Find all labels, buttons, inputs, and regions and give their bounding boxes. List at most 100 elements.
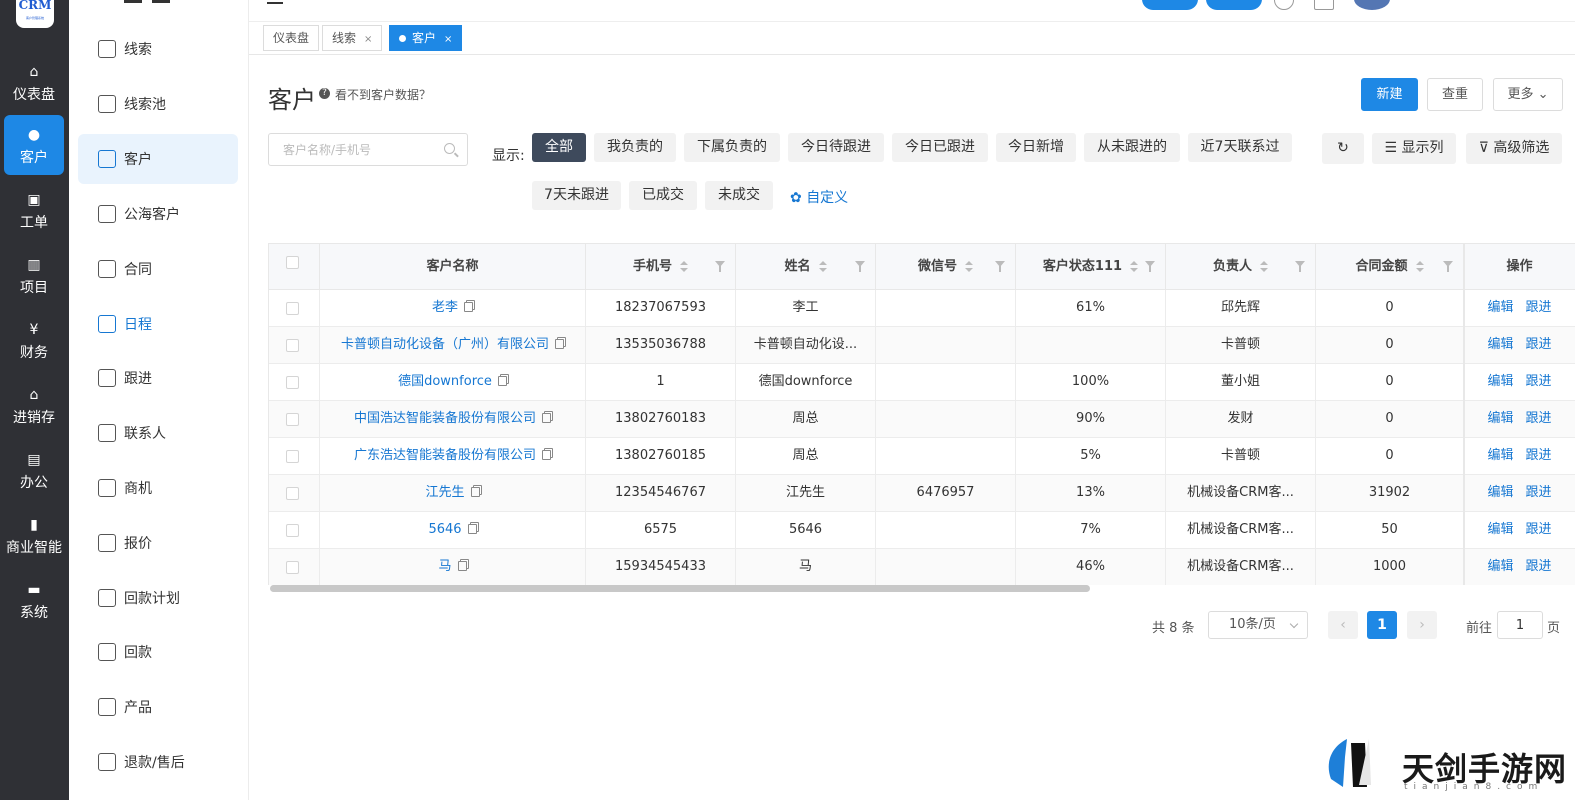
cell-customer-name[interactable]: 5646 <box>320 512 586 548</box>
sort-icon[interactable] <box>680 260 688 273</box>
edit-link[interactable]: 编辑 <box>1487 374 1513 389</box>
follow-up-link[interactable]: 跟进 <box>1526 374 1552 389</box>
filter-icon[interactable] <box>1145 261 1155 272</box>
search-input[interactable] <box>269 134 434 165</box>
edit-link[interactable]: 编辑 <box>1487 485 1513 500</box>
rail-item-ticket[interactable]: ▣ 工单 <box>4 180 64 240</box>
copy-icon[interactable] <box>467 524 477 534</box>
follow-up-link[interactable]: 跟进 <box>1526 300 1552 315</box>
copy-icon[interactable] <box>555 339 564 349</box>
chip-not-closed[interactable]: 未成交 <box>705 181 773 210</box>
edit-link[interactable]: 编辑 <box>1487 300 1513 315</box>
help-link[interactable]: 看不到客户数据？ <box>335 86 431 103</box>
chip-closed[interactable]: 已成交 <box>629 181 697 210</box>
filter-icon[interactable] <box>995 261 1005 272</box>
page-number-button[interactable]: 1 <box>1367 611 1397 639</box>
rail-item-inventory[interactable]: ⌂ 进销存 <box>4 375 64 435</box>
display-columns-button[interactable]: ☰ 显示列 <box>1372 133 1456 164</box>
submenu-item-quote[interactable]: 报价 <box>78 518 238 568</box>
table-row[interactable]: 广东浩达智能装备股份有限公司 13802760185 周总 5% 卡普顿 0 编辑 跟进 <box>269 438 1575 475</box>
chip-subordinate[interactable]: 下属负责的 <box>684 133 780 162</box>
chip-mine[interactable]: 我负责的 <box>594 133 676 162</box>
cell-customer-name[interactable]: 江先生 <box>320 475 586 511</box>
filter-icon[interactable] <box>1443 261 1453 272</box>
table-row[interactable]: 中国浩达智能装备股份有限公司 13802760183 周总 90% 发财 0 编辑 跟进 <box>269 401 1575 438</box>
close-icon[interactable]: × <box>364 34 372 45</box>
horizontal-scrollbar[interactable] <box>270 585 1090 592</box>
chip-today-new[interactable]: 今日新增 <box>996 133 1076 162</box>
table-row[interactable]: 老李 18237067593 李工 61% 邱先辉 0 编辑 跟进 <box>269 290 1575 327</box>
submenu-item-product[interactable]: 产品 <box>78 682 238 732</box>
fullscreen-icon[interactable] <box>1314 0 1334 10</box>
edit-link[interactable]: 编辑 <box>1487 448 1513 463</box>
edit-link[interactable]: 编辑 <box>1487 337 1513 352</box>
crm-logo[interactable]: CRM 客户管理系统 <box>16 0 54 28</box>
row-checkbox[interactable] <box>286 413 299 426</box>
sort-icon[interactable] <box>1130 260 1139 273</box>
dedup-button[interactable]: 查重 <box>1427 78 1483 111</box>
next-page-button[interactable]: › <box>1407 611 1437 639</box>
advanced-filter-button[interactable]: ⊽ 高级筛选 <box>1466 133 1562 164</box>
cell-customer-name[interactable]: 马 <box>320 549 586 585</box>
rail-item-finance[interactable]: ¥ 财务 <box>4 310 64 370</box>
chip-today-pending[interactable]: 今日待跟进 <box>788 133 884 162</box>
row-checkbox[interactable] <box>286 487 299 500</box>
edit-link[interactable]: 编辑 <box>1487 411 1513 426</box>
table-row[interactable]: 卡普顿自动化设备（广州）有限公司 13535036788 卡普顿自动化设... 卡普顿… <box>269 327 1575 364</box>
top-action-button-1[interactable] <box>1142 0 1198 10</box>
sort-icon[interactable] <box>1415 260 1424 273</box>
row-checkbox[interactable] <box>286 376 299 389</box>
table-row[interactable]: 江先生 12354546767 江先生 6476957 13% 机械设备CRM客... 31… <box>269 475 1575 512</box>
row-checkbox[interactable] <box>286 339 299 352</box>
notification-icon[interactable] <box>1274 0 1294 10</box>
filter-icon[interactable] <box>1295 261 1305 272</box>
rail-item-customer[interactable]: ● 客户 <box>4 115 64 175</box>
sort-icon[interactable] <box>965 260 973 273</box>
filter-icon[interactable] <box>855 261 865 272</box>
submenu-item-customer[interactable]: 客户 <box>78 134 238 184</box>
submenu-item-contacts[interactable]: 联系人 <box>78 408 238 458</box>
custom-filter-link[interactable]: ✿ 自定义 <box>790 187 848 207</box>
submenu-item-contract[interactable]: 合同 <box>78 244 238 294</box>
goto-page-input[interactable] <box>1497 611 1543 639</box>
cell-customer-name[interactable]: 老李 <box>320 290 586 326</box>
follow-up-link[interactable]: 跟进 <box>1526 559 1552 574</box>
page-size-select[interactable]: 10条/页 <box>1208 611 1308 639</box>
sort-icon[interactable] <box>818 260 827 273</box>
close-icon[interactable]: × <box>444 34 452 45</box>
rail-item-bi[interactable]: ▮ 商业智能 <box>4 505 64 565</box>
tab-customer[interactable]: 客户 × <box>389 25 463 51</box>
cell-customer-name[interactable]: 卡普顿自动化设备（广州）有限公司 <box>320 327 586 363</box>
follow-up-link[interactable]: 跟进 <box>1526 411 1552 426</box>
refresh-button[interactable]: ↻ <box>1322 133 1364 164</box>
edit-link[interactable]: 编辑 <box>1487 559 1513 574</box>
submenu-item-leads[interactable]: 线索 <box>78 24 238 74</box>
submenu-item-schedule[interactable]: 日程 <box>78 299 238 349</box>
chip-never-followed[interactable]: 从未跟进的 <box>1084 133 1180 162</box>
row-checkbox[interactable] <box>286 524 299 537</box>
tab-leads[interactable]: 线索 × <box>322 25 383 51</box>
prev-page-button[interactable]: ‹ <box>1328 611 1358 639</box>
submenu-item-public-customer[interactable]: 公海客户 <box>78 189 238 239</box>
submenu-item-lead-pool[interactable]: 线索池 <box>78 79 238 129</box>
question-icon[interactable]: ? <box>319 88 330 99</box>
search-icon[interactable] <box>444 143 455 154</box>
copy-icon[interactable] <box>470 487 480 497</box>
submenu-item-opportunity[interactable]: 商机 <box>78 463 238 513</box>
submenu-item-payment[interactable]: 回款 <box>78 627 238 677</box>
copy-icon[interactable] <box>497 376 507 386</box>
row-checkbox[interactable] <box>286 561 299 574</box>
table-row[interactable]: 马 15934545433 马 46% 机械设备CRM客... 1000 编辑 跟进 <box>269 549 1575 585</box>
chip-all[interactable]: 全部 <box>532 133 586 162</box>
rail-item-system[interactable]: ▬ 系统 <box>4 570 64 630</box>
new-button[interactable]: 新建 <box>1361 78 1418 111</box>
row-checkbox[interactable] <box>286 450 299 463</box>
user-avatar[interactable] <box>1354 0 1390 10</box>
select-all-checkbox[interactable] <box>286 256 299 269</box>
sort-icon[interactable] <box>1260 260 1268 273</box>
copy-icon[interactable] <box>542 450 551 460</box>
more-button[interactable]: 更多 ⌄ <box>1493 78 1563 111</box>
follow-up-link[interactable]: 跟进 <box>1526 485 1552 500</box>
tab-dashboard[interactable]: 仪表盘 <box>263 25 320 51</box>
chip-contacted-7d[interactable]: 近7天联系过 <box>1188 133 1292 162</box>
